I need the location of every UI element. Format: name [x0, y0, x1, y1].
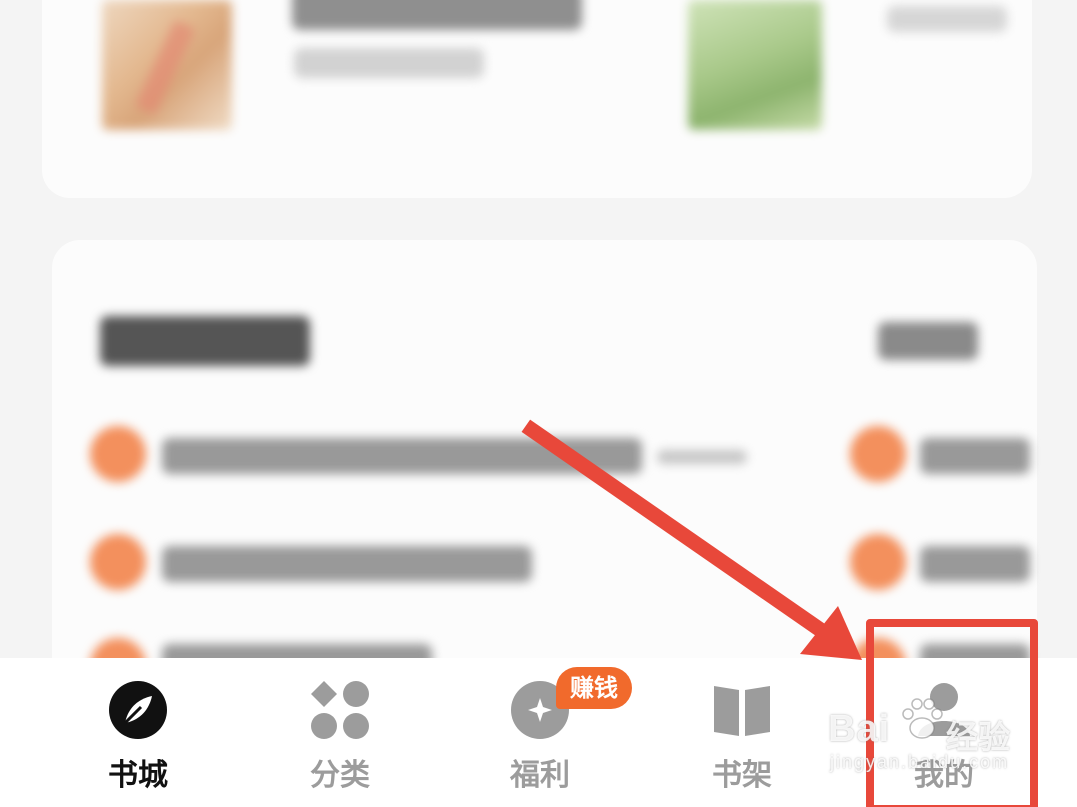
paw-icon	[902, 698, 943, 739]
screen: 书城 分类 福利 书架 我的 赚钱 Bai 经验 jingyan.baidu.c…	[0, 0, 1077, 807]
baidu-watermark: Bai 经验 jingyan.baidu.com	[828, 690, 1048, 790]
watermark-brand: Bai	[828, 708, 891, 750]
watermark-site: jingyan.baidu.com	[830, 752, 1010, 772]
